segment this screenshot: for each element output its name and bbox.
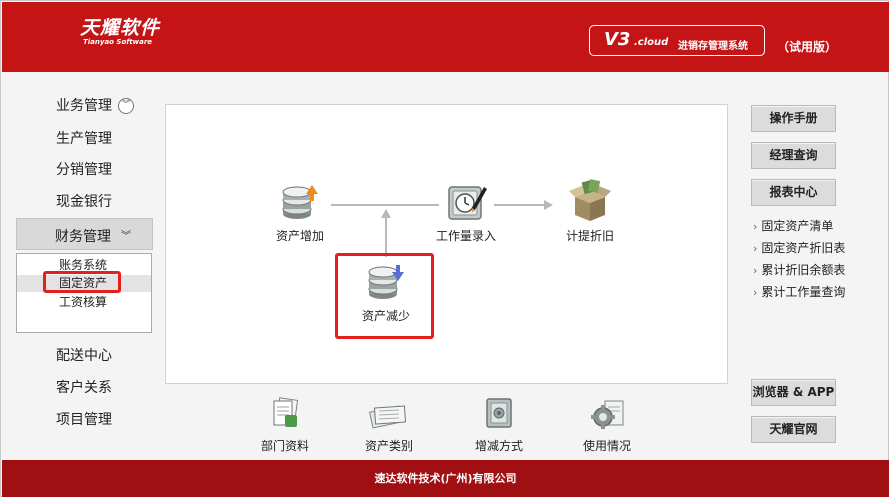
- shortcut-label: 部门资料: [260, 439, 309, 453]
- app-window: 天耀软件 Tianyao Software V3 .cloud 进销存管理系统 …: [0, 0, 889, 497]
- collapse-chevron-icon[interactable]: ︾: [118, 98, 134, 114]
- shortcut-label: 资产类别: [364, 439, 413, 453]
- flow-node-workload-entry[interactable]: 工作量录入: [434, 183, 498, 244]
- arrow-up-icon: [381, 209, 391, 218]
- flow-label: 工作量录入: [435, 229, 496, 243]
- chevron-right-icon: ›: [753, 242, 758, 255]
- report-link-label: 累计工作量查询: [761, 285, 846, 299]
- sidebar-item-business[interactable]: 业务管理: [56, 97, 112, 115]
- product-version: V3: [604, 29, 631, 50]
- official-site-button[interactable]: 天耀官网: [751, 416, 836, 443]
- sidebar-item-cash-bank[interactable]: 现金银行: [56, 193, 112, 211]
- report-link-label: 累计折旧余额表: [761, 263, 846, 277]
- report-link-label: 固定资产折旧表: [761, 241, 846, 255]
- shortcut-department[interactable]: 部门资料: [253, 397, 317, 454]
- document-stack-icon: [273, 397, 299, 427]
- shortcut-change-method[interactable]: 增减方式: [467, 397, 531, 454]
- finance-submenu: 账务系统 固定资产 工资核算: [16, 253, 152, 333]
- flow-node-asset-add[interactable]: 资产增加: [274, 183, 326, 244]
- package-box-icon: [569, 179, 611, 221]
- database-add-icon: [282, 185, 318, 219]
- arrow-right-icon: [544, 200, 553, 210]
- shortcut-label: 使用情况: [582, 439, 631, 453]
- manual-button[interactable]: 操作手册: [751, 105, 836, 132]
- chevron-right-icon: ›: [753, 264, 758, 277]
- submenu-item-label: 固定资产: [59, 276, 108, 290]
- flow-label: 资产增加: [275, 229, 324, 243]
- sidebar-item-project[interactable]: 项目管理: [56, 411, 112, 429]
- flow-label: 资产减少: [361, 309, 410, 323]
- trial-label: （试用版）: [777, 40, 838, 54]
- papers-icon: [369, 405, 407, 429]
- report-link-depreciation-table[interactable]: › 固定资产折旧表: [753, 241, 845, 256]
- logo-text-cn: 天耀软件: [80, 17, 161, 39]
- sidebar-item-delivery[interactable]: 配送中心: [56, 347, 112, 365]
- flow-line-add-to-work: [331, 204, 439, 206]
- chevron-right-icon: ›: [753, 220, 758, 233]
- shortcut-asset-category[interactable]: 资产类别: [357, 397, 421, 454]
- manager-query-button[interactable]: 经理查询: [751, 142, 836, 169]
- sidebar-item-production[interactable]: 生产管理: [56, 130, 112, 148]
- sidebar-item-distribution[interactable]: 分销管理: [56, 161, 112, 179]
- shortcut-label: 增减方式: [474, 439, 523, 453]
- expand-chevron-icon: ︾: [121, 231, 131, 242]
- product-badge: V3 .cloud 进销存管理系统: [589, 25, 765, 56]
- sidebar-item-label: 财务管理: [55, 229, 111, 245]
- report-center-button[interactable]: 报表中心: [751, 179, 836, 206]
- flow-node-asset-reduce[interactable]: 资产减少: [356, 263, 416, 324]
- submenu-item-label: 账务系统: [59, 258, 108, 272]
- header-bar: 天耀软件 Tianyao Software V3 .cloud 进销存管理系统 …: [2, 2, 889, 72]
- submenu-item-fixed-assets[interactable]: 固定资产: [17, 275, 151, 292]
- report-link-asset-list[interactable]: › 固定资产清单: [753, 219, 833, 234]
- clock-pen-icon: [448, 186, 487, 220]
- submenu-item-label: 工资核算: [59, 295, 108, 309]
- product-name: 进销存管理系统: [678, 41, 748, 52]
- submenu-item-payroll[interactable]: 工资核算: [17, 294, 151, 311]
- gear-folder-icon: [591, 400, 624, 429]
- database-reduce-icon: [368, 265, 404, 299]
- browser-app-button[interactable]: 浏览器 & APP: [751, 379, 836, 406]
- submenu-item-accounting[interactable]: 账务系统: [17, 257, 151, 274]
- sidebar-item-crm[interactable]: 客户关系: [56, 379, 112, 397]
- product-cloud: .cloud: [634, 37, 669, 48]
- report-link-accum-depreciation[interactable]: › 累计折旧余额表: [753, 263, 845, 278]
- flow-label: 计提折旧: [565, 229, 614, 243]
- flow-panel: 资产增加 工作量录入 计提折旧 资产减少: [165, 104, 728, 384]
- flow-node-depreciation[interactable]: 计提折旧: [558, 179, 622, 244]
- flow-line-reduce-up: [385, 217, 387, 257]
- report-link-label: 固定资产清单: [761, 219, 834, 233]
- logo: 天耀软件 Tianyao Software: [80, 18, 160, 47]
- shortcut-usage[interactable]: 使用情况: [575, 397, 639, 454]
- safe-icon: [486, 398, 512, 428]
- logo-text-en: Tianyao Software: [83, 38, 153, 46]
- sidebar-item-finance[interactable]: 财务管理 ︾: [16, 218, 153, 250]
- footer-company: 速达软件技术(广州)有限公司: [2, 460, 889, 497]
- report-link-accum-workload[interactable]: › 累计工作量查询: [753, 285, 845, 300]
- chevron-right-icon: ›: [753, 286, 758, 299]
- flow-line-work-to-depr: [494, 204, 546, 206]
